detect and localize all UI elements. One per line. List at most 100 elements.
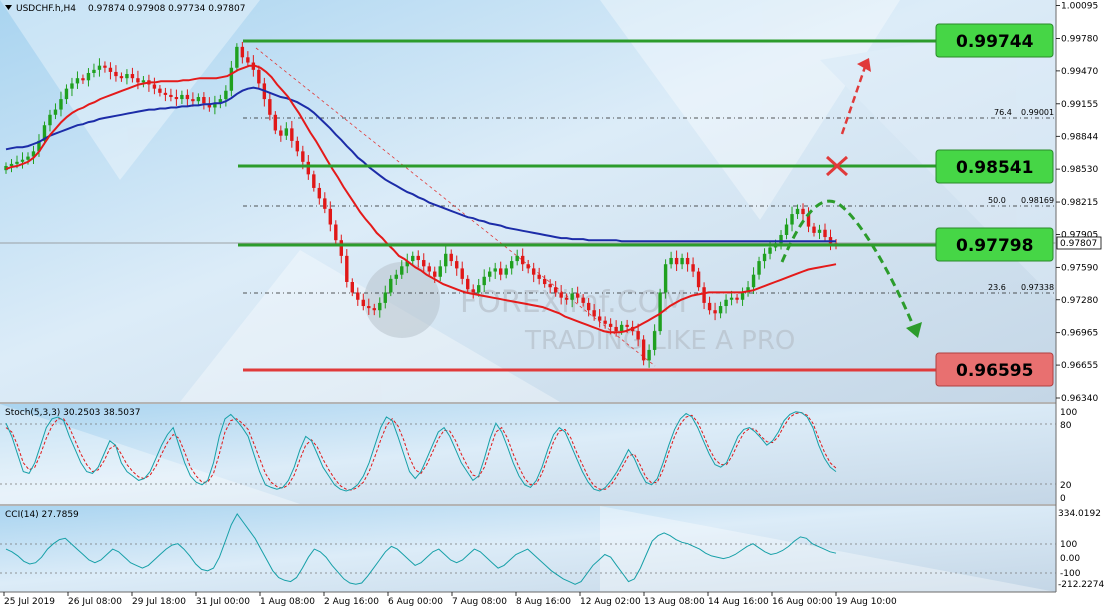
candle-body bbox=[498, 268, 503, 275]
candle-body bbox=[400, 266, 404, 275]
candle-body bbox=[586, 302, 591, 311]
candle-body bbox=[488, 271, 492, 277]
stoch-tick-0: 0 bbox=[1060, 494, 1066, 504]
candle-body bbox=[477, 285, 481, 293]
stoch-label: Stoch(5,3,3) 30.2503 38.5037 bbox=[5, 408, 140, 418]
candle-body bbox=[240, 46, 245, 58]
level-label-3: 0.97798 bbox=[956, 236, 1033, 256]
candle-body bbox=[597, 316, 602, 321]
candle-body bbox=[757, 261, 761, 275]
candle-body bbox=[367, 306, 371, 309]
candle-body bbox=[520, 255, 525, 265]
ohlc-values: 0.97874 0.97908 0.97734 0.97807 bbox=[88, 4, 245, 14]
candle-body bbox=[696, 271, 701, 288]
candle-body bbox=[92, 69, 96, 73]
candle-body bbox=[191, 99, 195, 102]
candle-body bbox=[290, 128, 294, 141]
candle-body bbox=[141, 80, 146, 83]
candle-body bbox=[119, 76, 124, 79]
candle-body bbox=[460, 268, 464, 279]
candle-body bbox=[718, 306, 723, 314]
candle-body bbox=[70, 83, 74, 89]
candle-body bbox=[449, 253, 453, 262]
candle-body bbox=[537, 274, 541, 279]
candle-body bbox=[455, 261, 459, 269]
candle-body bbox=[526, 264, 530, 269]
candle-body bbox=[312, 174, 316, 188]
current-price-text: 0.97807 bbox=[1060, 239, 1097, 249]
candle-body bbox=[559, 292, 563, 298]
candle-body bbox=[685, 257, 690, 265]
candle-body bbox=[180, 94, 184, 100]
candle-body bbox=[356, 292, 360, 300]
candle-body bbox=[795, 208, 800, 215]
cci-tick-0: 0.00 bbox=[1060, 554, 1080, 564]
candle-body bbox=[784, 224, 789, 235]
candle-body bbox=[641, 339, 646, 361]
time-tick-label: 13 Aug 08:00 bbox=[644, 597, 705, 607]
time-tick-label: 25 Jul 2019 bbox=[4, 597, 55, 607]
time-tick-label: 31 Jul 00:00 bbox=[196, 597, 250, 607]
fib-23-price: 0.97338 bbox=[1021, 283, 1054, 292]
candle-body bbox=[740, 292, 745, 300]
stoch-tick-80: 80 bbox=[1060, 421, 1072, 431]
candle-body bbox=[246, 57, 250, 63]
candle-body bbox=[394, 274, 398, 279]
candle-body bbox=[268, 99, 272, 115]
candle-body bbox=[174, 97, 179, 100]
candle-body bbox=[702, 287, 706, 303]
fib-50-price: 0.98169 bbox=[1021, 196, 1054, 205]
candle-body bbox=[466, 278, 470, 290]
price-tick-label: 0.99470 bbox=[1061, 67, 1098, 77]
candle-body bbox=[433, 271, 437, 277]
candle-body bbox=[185, 94, 190, 100]
current-price-tag: 0.97807 bbox=[1056, 236, 1102, 250]
candle-body bbox=[625, 324, 629, 327]
candle-body bbox=[334, 224, 338, 241]
candle-body bbox=[81, 78, 85, 81]
level-label-2: 0.98541 bbox=[956, 158, 1033, 178]
time-axis: 25 Jul 2019 26 Jul 08:00 29 Jul 18:00 31 Ju… bbox=[3, 592, 897, 607]
candle-body bbox=[570, 293, 574, 300]
candle-body bbox=[48, 114, 52, 126]
candle-body bbox=[768, 247, 772, 254]
candle-body bbox=[64, 88, 69, 100]
candle-body bbox=[202, 97, 206, 104]
candle-body bbox=[306, 161, 311, 175]
time-tick-label: 1 Aug 08:00 bbox=[260, 597, 315, 607]
level-label-4: 0.96595 bbox=[956, 361, 1033, 381]
candle-body bbox=[493, 268, 497, 272]
candle-body bbox=[548, 284, 552, 288]
candle-body bbox=[97, 65, 102, 70]
time-tick-label: 14 Aug 16:00 bbox=[708, 597, 769, 607]
price-axis: 1.00095 0.99780 0.99470 0.99155 0.98844 0.985… bbox=[1056, 2, 1098, 404]
candle-body bbox=[438, 266, 442, 277]
candle-body bbox=[328, 208, 333, 225]
candle-body bbox=[224, 90, 228, 100]
price-tick-label: 0.97590 bbox=[1061, 263, 1098, 273]
candle-body bbox=[515, 255, 519, 262]
stoch-tick-100: 100 bbox=[1060, 408, 1077, 418]
price-tick-label: 0.99780 bbox=[1061, 34, 1098, 44]
candle-body bbox=[53, 109, 58, 115]
time-tick-label: 2 Aug 16:00 bbox=[324, 597, 379, 607]
candle-body bbox=[163, 92, 168, 95]
candle-body bbox=[295, 140, 300, 152]
candle-body bbox=[416, 255, 420, 261]
candle-body bbox=[350, 281, 354, 293]
candle-body bbox=[323, 198, 327, 209]
price-tick-label: 0.98215 bbox=[1061, 198, 1098, 208]
candle-body bbox=[378, 302, 382, 311]
candle-body bbox=[257, 69, 261, 84]
candle-body bbox=[125, 74, 129, 79]
candle-body bbox=[158, 88, 162, 93]
candle-body bbox=[603, 320, 607, 324]
candle-body bbox=[301, 151, 305, 162]
price-tick-label: 0.99155 bbox=[1061, 100, 1098, 110]
level-label-1: 0.99744 bbox=[956, 32, 1034, 52]
candle-body bbox=[564, 297, 569, 300]
candle-body bbox=[652, 331, 657, 350]
candle-body bbox=[136, 78, 140, 83]
candle-body bbox=[152, 84, 157, 89]
candle-body bbox=[707, 302, 712, 311]
